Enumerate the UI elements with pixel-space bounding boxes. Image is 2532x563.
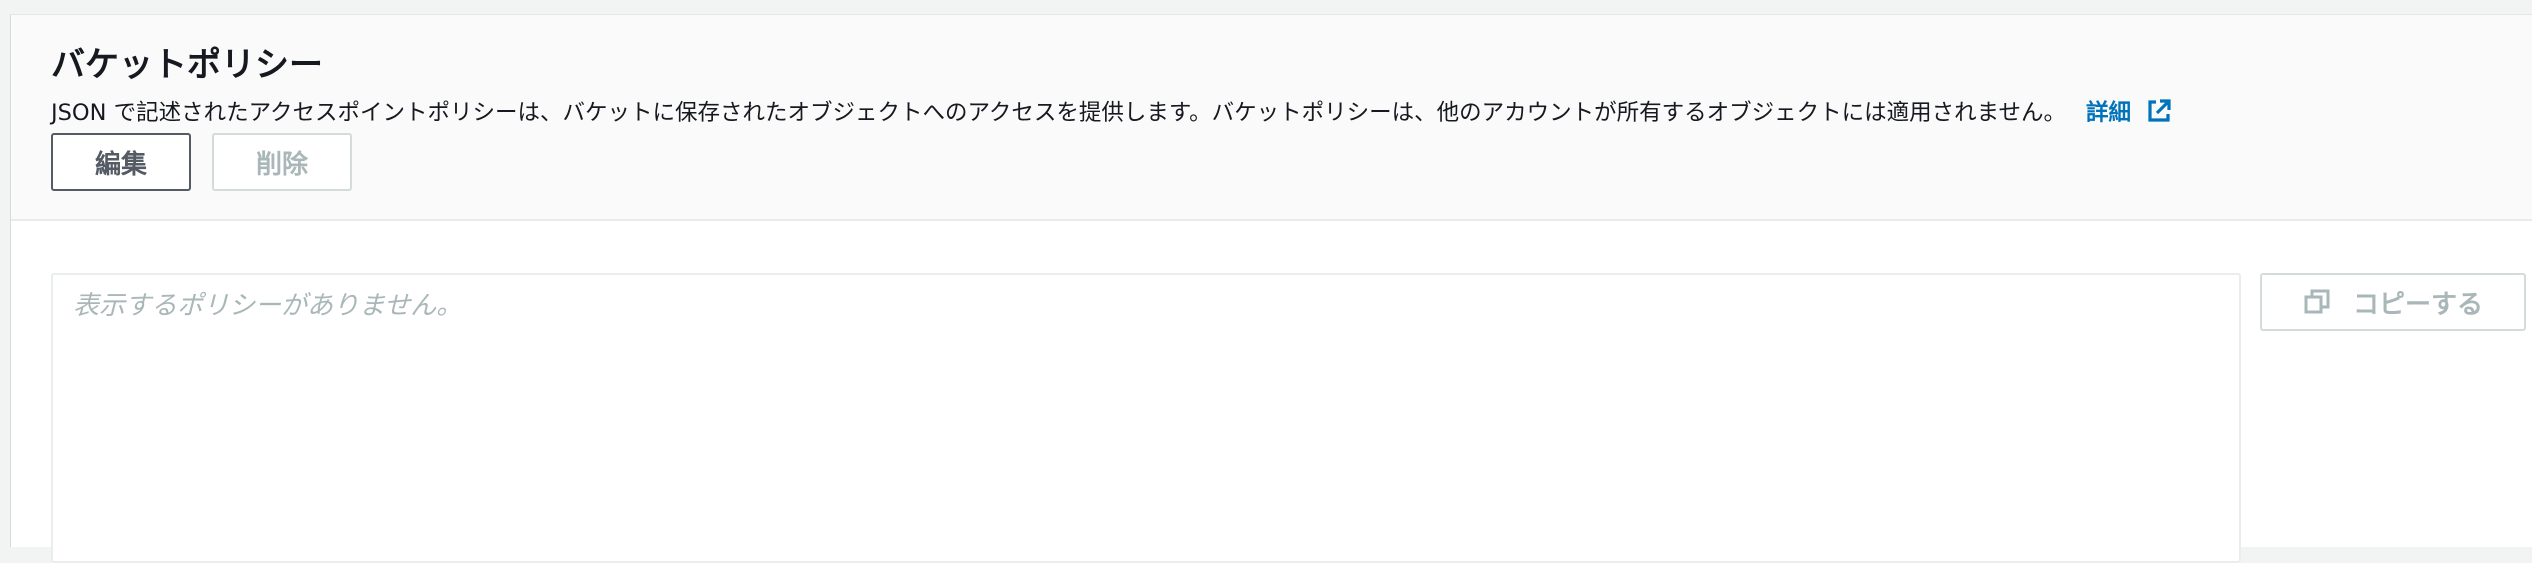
copy-button-label: コピーする xyxy=(2352,289,2483,320)
description-text: JSON で記述されたアクセスポイントポリシーは、バケットに保存されたオブジェク… xyxy=(51,100,2066,126)
panel-header: バケットポリシー JSON で記述されたアクセスポイントポリシーは、バケットに保… xyxy=(11,15,2532,221)
section-title: バケットポリシー xyxy=(51,45,323,85)
delete-button[interactable]: 削除 xyxy=(212,133,352,191)
section-description: JSON で記述されたアクセスポイントポリシーは、バケットに保存されたオブジェク… xyxy=(51,95,2173,127)
delete-button-label: 削除 xyxy=(255,149,308,180)
external-link-icon xyxy=(2148,99,2171,122)
edit-button-label: 編集 xyxy=(94,149,147,180)
copy-icon xyxy=(2304,289,2330,314)
details-link[interactable]: 詳細 xyxy=(2086,95,2173,127)
bucket-policy-panel: バケットポリシー JSON で記述されたアクセスポイントポリシーは、バケットに保… xyxy=(10,14,2532,563)
details-link-label: 詳細 xyxy=(2085,100,2131,126)
policy-viewer[interactable]: 表示するポリシーがありません。 xyxy=(51,273,2241,563)
edit-button[interactable]: 編集 xyxy=(51,133,191,191)
copy-button[interactable]: コピーする xyxy=(2260,273,2526,331)
policy-placeholder: 表示するポリシーがありません。 xyxy=(73,291,463,321)
